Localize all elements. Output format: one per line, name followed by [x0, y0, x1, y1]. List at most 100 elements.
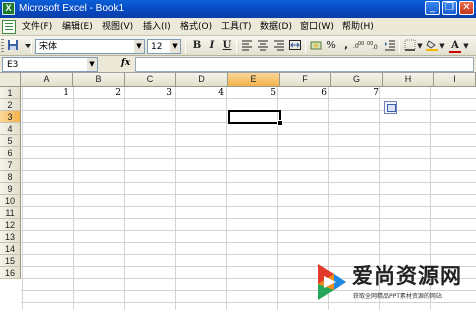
row-header[interactable]: 11 [0, 207, 21, 219]
column-header-b[interactable]: B [73, 73, 125, 87]
auto-fill-options-icon[interactable] [384, 101, 397, 114]
svg-text:00: 00 [358, 41, 364, 47]
menu-view[interactable]: 视图(V) [102, 21, 133, 33]
bold-button[interactable]: B [190, 39, 204, 53]
dropdown-arrow-icon[interactable] [21, 39, 35, 53]
name-box[interactable]: E3 ▼ [2, 57, 98, 72]
menu-data[interactable]: 数据(D) [260, 21, 292, 33]
font-name-select[interactable]: 宋体 ▼ [35, 39, 145, 54]
font-size-select[interactable]: 12 ▼ [147, 39, 181, 54]
menu-window[interactable]: 窗口(W) [300, 21, 334, 33]
font-color-label: A [451, 40, 459, 51]
chevron-down-icon[interactable]: ▼ [170, 40, 180, 53]
chevron-down-icon[interactable]: ▼ [438, 39, 446, 53]
column-header-g[interactable]: G [331, 73, 383, 87]
restore-button[interactable]: ❐ [442, 1, 457, 15]
row-header[interactable]: 5 [0, 135, 21, 147]
toolbar-grip[interactable] [1, 39, 4, 53]
column-header-i[interactable]: I [434, 73, 476, 87]
column-header-f[interactable]: F [280, 73, 331, 87]
percent-button[interactable]: % [324, 39, 338, 53]
font-color-swatch [449, 51, 461, 53]
row-header[interactable]: 9 [0, 183, 21, 195]
font-name-value: 宋体 [39, 42, 58, 52]
save-icon[interactable] [6, 39, 20, 53]
cell-g1[interactable]: 7 [332, 87, 382, 99]
borders-icon[interactable] [403, 39, 417, 53]
toolbar-separator [31, 39, 32, 53]
font-color-button[interactable]: A [448, 39, 462, 53]
indent-icon[interactable] [383, 39, 397, 53]
active-cell-e3[interactable] [228, 110, 283, 126]
row-header[interactable]: 6 [0, 147, 21, 159]
watermark-subtitle: 获取全网精品PPT素材资源的网站 [353, 293, 442, 300]
column-header-a[interactable]: A [21, 73, 73, 87]
window-title: Microsoft Excel - Book1 [19, 3, 125, 14]
menu-file[interactable]: 文件(F) [22, 21, 52, 33]
chevron-down-icon[interactable]: ▼ [87, 58, 97, 71]
row-header[interactable]: 8 [0, 171, 21, 183]
select-all-button[interactable] [0, 73, 21, 87]
close-button[interactable]: ✕ [459, 1, 474, 15]
svg-text:.0: .0 [372, 44, 378, 51]
menu-edit[interactable]: 编辑(E) [62, 21, 93, 33]
cell-a1[interactable]: 1 [22, 87, 72, 99]
row-header[interactable]: 12 [0, 219, 21, 231]
formula-bar: E3 ▼ fx [0, 56, 476, 73]
insert-function-button[interactable]: fx [121, 58, 130, 68]
menu-help[interactable]: 帮助(H) [342, 21, 374, 33]
formatting-toolbar: 宋体 ▼ 12 ▼ B I U % , .0 00 00.0 ▼ ▼ A ▼ [0, 36, 476, 56]
row-header[interactable]: 7 [0, 159, 21, 171]
align-center-icon[interactable] [256, 39, 270, 53]
row-header[interactable]: 10 [0, 195, 21, 207]
fill-color-swatch [426, 49, 438, 51]
cell-e1[interactable]: 5 [229, 87, 279, 99]
title-bar: X Microsoft Excel - Book1 _ ❐ ✕ [0, 0, 476, 18]
chevron-down-icon[interactable]: ▼ [134, 40, 144, 53]
cell-f1[interactable]: 6 [280, 87, 330, 99]
chevron-down-icon[interactable]: ▼ [462, 39, 470, 53]
menu-insert[interactable]: 插入(I) [143, 21, 171, 33]
row-header[interactable]: 2 [0, 99, 21, 111]
cell-d1[interactable]: 4 [177, 87, 227, 99]
column-header-c[interactable]: C [125, 73, 176, 87]
cell-c1[interactable]: 3 [125, 87, 175, 99]
font-size-value: 12 [151, 42, 163, 52]
toolbar-separator [236, 39, 237, 53]
toolbar-separator [305, 39, 306, 53]
currency-icon[interactable] [309, 39, 323, 53]
underline-button[interactable]: U [220, 39, 234, 53]
increase-decimal-icon[interactable]: .0 00 [352, 39, 366, 53]
minimize-button[interactable]: _ [425, 1, 440, 15]
row-header[interactable]: 1 [0, 87, 21, 99]
toolbar-separator [185, 39, 186, 53]
row-header[interactable]: 4 [0, 123, 21, 135]
workbook-icon[interactable] [2, 20, 16, 34]
column-header-d[interactable]: D [176, 73, 228, 87]
align-right-icon[interactable] [272, 39, 286, 53]
italic-button[interactable]: I [205, 39, 219, 53]
align-left-icon[interactable] [240, 39, 254, 53]
excel-app-icon[interactable]: X [2, 2, 15, 15]
row-header-selected[interactable]: 3 [0, 111, 21, 123]
chevron-down-icon[interactable]: ▼ [416, 39, 424, 53]
row-header[interactable]: 15 [0, 255, 21, 267]
column-header-e[interactable]: E [228, 73, 280, 87]
watermark: 爱尚资源网 获取全网精品PPT素材资源的网站 [314, 262, 474, 308]
row-header[interactable]: 13 [0, 231, 21, 243]
row-header[interactable]: 16 [0, 267, 21, 279]
name-box-value: E3 [7, 60, 19, 70]
row-header[interactable]: 14 [0, 243, 21, 255]
menu-bar: 文件(F) 编辑(E) 视图(V) 插入(I) 格式(O) 工具(T) 数据(D… [0, 18, 476, 36]
merge-center-icon[interactable] [288, 39, 302, 53]
menu-tools[interactable]: 工具(T) [221, 21, 252, 33]
menu-format[interactable]: 格式(O) [180, 21, 212, 33]
column-header-h[interactable]: H [383, 73, 434, 87]
comma-style-button[interactable]: , [339, 39, 353, 53]
cell-b1[interactable]: 2 [74, 87, 124, 99]
play-logo-icon [318, 264, 346, 300]
formula-input[interactable] [135, 57, 474, 72]
toolbar-separator [399, 39, 400, 53]
decrease-decimal-icon[interactable]: 00.0 [366, 39, 380, 53]
fill-color-icon[interactable] [425, 39, 439, 53]
